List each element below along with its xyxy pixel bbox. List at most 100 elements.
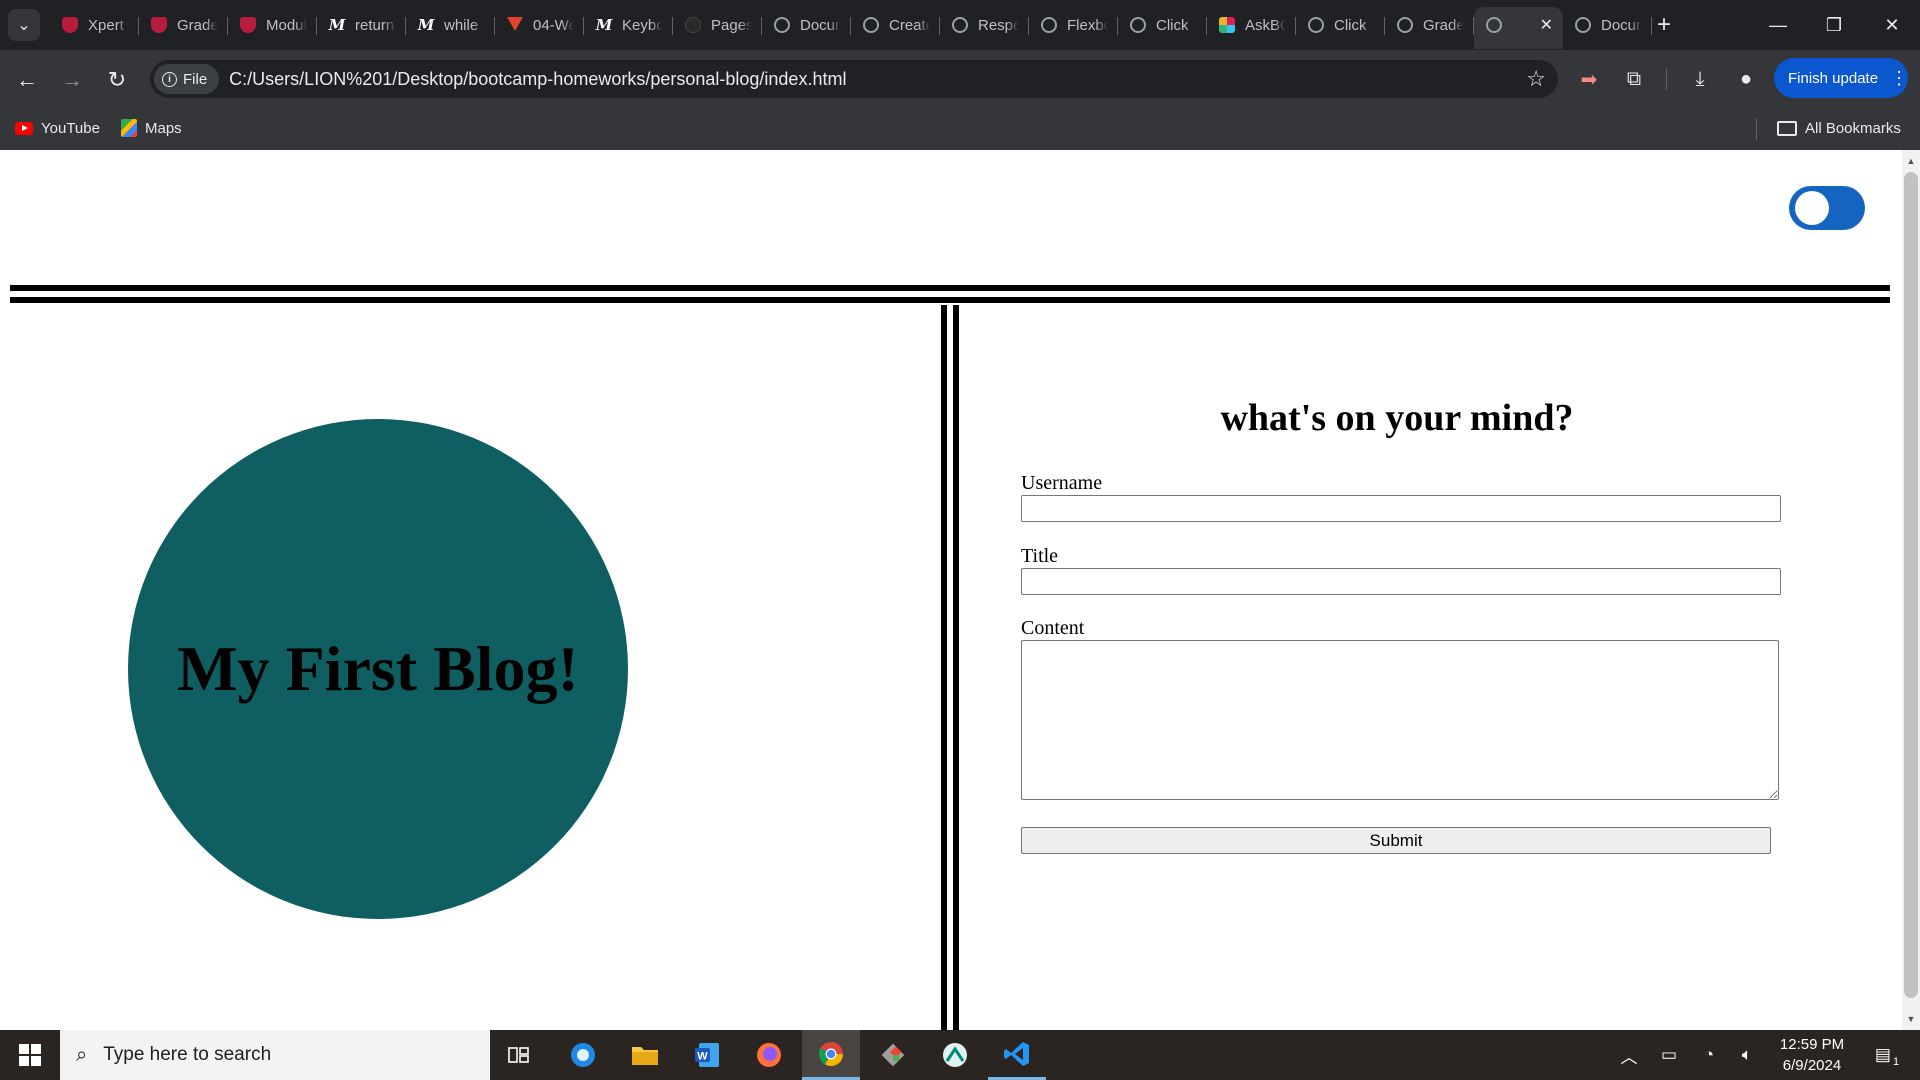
content-label: Content [1021, 617, 1085, 639]
battery-icon[interactable]: ▭ [1654, 1030, 1684, 1080]
tab-title: Click [1334, 16, 1367, 34]
cast-extension-icon[interactable]: ➡ [1573, 64, 1605, 94]
browser-tab[interactable]: Grades [1385, 7, 1474, 43]
browser-tab[interactable]: 04-Web-APIs [495, 7, 584, 43]
back-button[interactable]: ← [9, 62, 45, 98]
tab-title: Document [1601, 16, 1642, 34]
browser-tab[interactable]: Xpert Learning Assistant [50, 7, 139, 43]
all-bookmarks-button[interactable]: All Bookmarks [1777, 116, 1901, 140]
chevron-down-icon: ⌄ [17, 17, 31, 34]
start-button[interactable] [0, 1030, 60, 1080]
word-icon[interactable]: W [678, 1030, 736, 1080]
extensions-icon[interactable]: ⧉ [1618, 64, 1650, 94]
tab-title: Grades [1423, 16, 1464, 34]
browser-tab[interactable]: Document [762, 7, 851, 43]
site-info-chip[interactable]: i File [154, 64, 220, 94]
close-tab-icon[interactable]: ✕ [1540, 15, 1553, 35]
browser-toolbar: ← → ↻ i File C:/Users/LION%201/Desktop/b… [0, 50, 1920, 108]
tab-strip: ⌄ Xpert Learning Assistant Grades Modules M… [0, 0, 1920, 50]
globe-favicon-icon [952, 17, 968, 33]
bookmark-star-icon[interactable]: ☆ [1526, 66, 1546, 92]
globe-favicon-icon [1130, 17, 1146, 33]
youtube-icon [15, 121, 33, 135]
bookmark-label: YouTube [41, 119, 100, 137]
clock-time: 12:59 PM [1779, 1036, 1845, 1053]
scroll-down-icon[interactable]: ▼ [1902, 1010, 1920, 1028]
tab-list: Xpert Learning Assistant Grades Modules Mre… [50, 7, 1652, 49]
reload-button[interactable]: ↻ [99, 62, 135, 98]
bookmarks-divider [1756, 118, 1757, 140]
theme-toggle[interactable] [1789, 186, 1865, 230]
url-text[interactable]: C:/Users/LION%201/Desktop/bootcamp-homew… [229, 69, 846, 90]
clock-date: 6/9/2024 [1782, 1057, 1842, 1074]
browser-tab[interactable]: AskBCS [1207, 7, 1296, 43]
browser-tab[interactable]: Pages [673, 7, 762, 43]
globe-favicon-icon [1397, 17, 1413, 33]
tab-title: Document [800, 16, 841, 34]
scrollbar-thumb[interactable] [1904, 172, 1918, 998]
taskbar-search[interactable]: ⌕ Type here to search [60, 1030, 490, 1080]
tab-search-button[interactable]: ⌄ [8, 9, 40, 41]
title-input[interactable] [1021, 568, 1781, 595]
browser-tab[interactable]: Mreturn [317, 7, 406, 43]
browser-tab[interactable]: Mwhile [406, 7, 495, 43]
finish-update-button[interactable]: Finish update ⋮ [1774, 58, 1908, 98]
page-scrollbar[interactable]: ▲ ▼ [1902, 150, 1920, 1030]
address-bar[interactable]: i File C:/Users/LION%201/Desktop/bootcam… [150, 60, 1558, 98]
info-icon: i [162, 71, 177, 87]
vscode-icon[interactable] [988, 1030, 1046, 1080]
firefox-icon[interactable] [740, 1030, 798, 1080]
header-divider-bottom [10, 297, 1890, 303]
browser-tab[interactable]: Document [1563, 7, 1652, 43]
browser-tab[interactable]: Flexbox [1029, 7, 1118, 43]
fox-favicon-icon [507, 17, 523, 33]
site-info-label: File [183, 70, 208, 88]
tab-title: Keyboard [622, 16, 663, 34]
blog-title-circle: My First Blog! [128, 419, 628, 919]
globe-favicon-icon [1041, 17, 1057, 33]
username-input[interactable] [1021, 495, 1781, 522]
globe-favicon-icon [1486, 17, 1502, 33]
finish-update-label: Finish update [1788, 69, 1879, 87]
blog-title: My First Blog! [177, 633, 579, 704]
downloads-icon[interactable]: ⤓ [1684, 64, 1716, 94]
app-icon[interactable] [926, 1030, 984, 1080]
new-tab-button[interactable]: + [1650, 9, 1678, 41]
browser-tab[interactable]: M Keyboard [584, 7, 673, 43]
title-label: Title [1021, 545, 1059, 567]
git-kraken-icon[interactable] [864, 1030, 922, 1080]
scroll-up-icon[interactable]: ▲ [1902, 152, 1920, 170]
close-window-button[interactable]: ✕ [1864, 0, 1920, 50]
slack-favicon-icon [1219, 17, 1235, 33]
content-textarea[interactable] [1021, 640, 1779, 800]
svg-text:W: W [697, 1051, 708, 1063]
browser-tab[interactable]: Click [1118, 7, 1207, 43]
network-icon[interactable]: ◔ [1694, 1030, 1724, 1080]
system-clock[interactable]: 12:59 PM 6/9/2024 [1766, 1034, 1858, 1076]
task-view-icon[interactable] [490, 1030, 548, 1080]
restore-button[interactable]: ❐ [1806, 0, 1862, 50]
profile-icon[interactable]: ● [1730, 64, 1762, 94]
m-favicon-icon: M [595, 16, 613, 34]
folder-icon [1777, 120, 1797, 136]
browser-tab[interactable]: Create [851, 7, 940, 43]
submit-button[interactable]: Submit [1021, 827, 1771, 854]
forward-button[interactable]: → [54, 62, 90, 98]
tab-title: AskBCS [1245, 16, 1286, 34]
edge-icon[interactable] [554, 1030, 612, 1080]
browser-tab[interactable]: Click [1296, 7, 1385, 43]
bookmark-youtube[interactable]: YouTube [15, 116, 100, 140]
file-explorer-icon[interactable] [616, 1030, 674, 1080]
chrome-icon[interactable] [802, 1030, 860, 1080]
bookmark-maps[interactable]: Maps [121, 116, 182, 140]
browser-tab[interactable]: Modules [228, 7, 317, 43]
volume-icon[interactable]: 🔈︎ [1732, 1030, 1762, 1080]
show-hidden-icons[interactable]: ︿ [1614, 1030, 1644, 1080]
tab-title: Modules [266, 16, 307, 34]
browser-tab[interactable]: Grades [139, 7, 228, 43]
notifications-button[interactable]: ▤ 1 [1862, 1030, 1912, 1080]
windows-taskbar: ⌕ Type here to search W ︿ ▭ ◔ 🔈︎ 12:59 P… [0, 1030, 1920, 1080]
browser-tab[interactable]: ✕ [1474, 7, 1563, 49]
browser-tab[interactable]: Response [940, 7, 1029, 43]
minimize-button[interactable]: — [1750, 0, 1806, 50]
